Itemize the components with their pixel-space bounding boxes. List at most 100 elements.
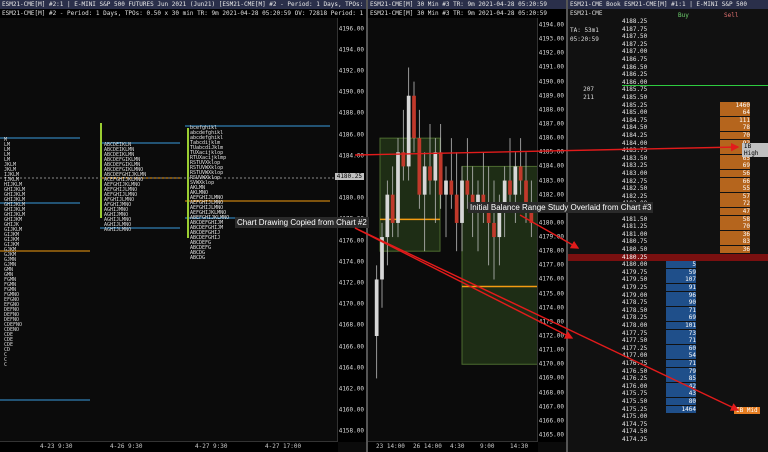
dom-price[interactable]: 4182.25 [622, 193, 666, 200]
dom-bid-size[interactable]: 5 [666, 261, 696, 269]
dom-price[interactable]: 4183.50 [622, 155, 666, 162]
dom-bid-size[interactable]: 59 [666, 268, 696, 276]
dom-row[interactable]: 4174.25 [568, 436, 768, 443]
dom-price[interactable]: 4179.00 [622, 292, 666, 299]
dom-ask-size[interactable]: 55 [720, 185, 750, 193]
dom-price[interactable]: 4183.00 [622, 170, 666, 177]
dom-row[interactable]: 4182.50 55 [568, 185, 768, 193]
dom-row[interactable]: 4183.25 69 [568, 162, 768, 170]
dom-bid-size[interactable]: 91 [666, 284, 696, 291]
dom-price[interactable]: 4177.25 [622, 345, 666, 352]
dom-price[interactable]: 4184.50 [622, 124, 666, 131]
dom-row[interactable]: 4181.00 36 [568, 230, 768, 238]
dom-price[interactable]: 4180.75 [622, 238, 666, 245]
dom-row[interactable]: 4175.00 [568, 413, 768, 420]
dom-price[interactable]: 4180.25 [622, 254, 666, 261]
dom-price[interactable]: 4185.75 [622, 86, 666, 93]
dom-row[interactable]: 4176.00 42 [568, 382, 768, 390]
dom-bid-size[interactable]: 71 [666, 337, 696, 345]
tpo-price-axis[interactable]: 4196.00 4194.00 4192.00 4190.00 4188.00 4186.… [337, 18, 366, 442]
dom-price[interactable]: 4176.25 [622, 375, 666, 382]
dom-bid-size[interactable]: 79 [666, 367, 696, 375]
dom-row[interactable]: 4177.50 71 [568, 337, 768, 345]
dom-rows[interactable]: 4188.25 4187.75 4187.50 4187.25 4187.00 4186.… [568, 18, 768, 452]
dom-title[interactable]: ESM21-CME Book ESM21-CME[M] #1:1 | E-MIN… [568, 0, 768, 9]
dom-price[interactable]: 4176.50 [622, 368, 666, 375]
dom-ask-size[interactable]: 57 [720, 192, 750, 200]
dom-ask-size[interactable]: 64 [720, 109, 750, 117]
dom-price[interactable]: 4175.25 [622, 406, 666, 413]
dom-price[interactable]: 4174.25 [622, 436, 666, 443]
dom-price[interactable]: 4183.75 [622, 147, 666, 154]
dom-row[interactable]: 4177.75 73 [568, 329, 768, 337]
dom-row[interactable]: 4184.75 111 [568, 116, 768, 124]
candle-time-axis[interactable]: 23 14:00 26 14:00 4:30 9:00 14:30 [368, 441, 538, 452]
dom-row[interactable]: 4178.75 90 [568, 299, 768, 307]
candle-chart-pane[interactable]: ESM21-CME[M] 30 Min #3 TR: 9m 2021-04-28… [368, 0, 568, 452]
dom-price[interactable]: 4174.75 [622, 421, 666, 428]
dom-row[interactable]: 4185.00 64 [568, 109, 768, 117]
candle-price-axis[interactable]: 4194.00 4193.00 4192.00 4191.00 4190.00 4189.… [537, 18, 566, 442]
dom-price[interactable]: 4181.25 [622, 223, 666, 230]
dom-price[interactable]: 4182.75 [622, 178, 666, 185]
dom-price[interactable]: 4182.50 [622, 185, 666, 192]
dom-row[interactable]: 4180.25 [568, 253, 768, 261]
dom-bid-size[interactable]: 80 [666, 398, 696, 405]
dom-price[interactable]: 4184.25 [622, 132, 666, 139]
dom-price[interactable]: 4178.25 [622, 314, 666, 321]
dom-row[interactable]: 4177.00 54 [568, 352, 768, 360]
dom-row[interactable]: 4180.50 36 [568, 246, 768, 253]
dom-row[interactable]: 4182.25 57 [568, 192, 768, 200]
dom-ask-size[interactable]: 72 [720, 200, 750, 208]
dom-price[interactable]: 4177.00 [622, 352, 666, 359]
dom-price[interactable]: 4177.50 [622, 337, 666, 344]
dom-price[interactable]: 4185.00 [622, 109, 666, 116]
dom-row[interactable]: 211 4185.50 [568, 94, 768, 101]
dom-price[interactable]: 4179.25 [622, 284, 666, 291]
dom-row[interactable]: 4179.50 107 [568, 276, 768, 284]
dom-ask-size[interactable]: 69 [720, 162, 750, 170]
dom-row[interactable]: 4178.50 71 [568, 306, 768, 314]
dom-row[interactable]: 4179.25 91 [568, 284, 768, 291]
tpo-chart-title[interactable]: ESM21-CME[M] #2:1 | E-MINI S&P 500 FUTUR… [0, 0, 366, 9]
dom-ask-size[interactable]: 83 [720, 238, 750, 246]
dom-row[interactable]: 4186.75 [568, 56, 768, 63]
tpo-time-axis[interactable]: 4-23 9:30 4-26 9:30 4-27 9:30 4-27 17:00 [0, 441, 338, 452]
dom-price[interactable]: 4184.00 [622, 140, 666, 147]
dom-bid-size[interactable]: 73 [666, 329, 696, 337]
dom-price[interactable]: 4175.00 [622, 413, 666, 420]
dom-ladder-pane[interactable]: ESM21-CME Book ESM21-CME[M] #1:1 | E-MIN… [568, 0, 768, 452]
dom-ask-size[interactable]: 47 [720, 208, 750, 215]
dom-row[interactable]: 4187.50 [568, 33, 768, 40]
dom-ask-size[interactable]: 66 [720, 177, 750, 185]
dom-bid-size[interactable]: 71 [666, 306, 696, 314]
dom-price[interactable]: 4188.25 [622, 18, 666, 25]
dom-price[interactable]: 4187.00 [622, 48, 666, 55]
tpo-plot-area[interactable]: M LM LM LM LM JKLM JKLM IJKLM IJKLM HIJK… [0, 18, 338, 442]
dom-row[interactable]: 4184.0092 [568, 139, 768, 147]
dom-bid-size[interactable]: 42 [666, 382, 696, 390]
dom-row[interactable]: 4184.50 78 [568, 124, 768, 132]
dom-price[interactable]: 4175.75 [622, 390, 666, 397]
dom-price[interactable]: 4183.25 [622, 162, 666, 169]
dom-ask-size[interactable]: 78 [720, 124, 750, 132]
dom-row[interactable]: 4179.00 96 [568, 291, 768, 299]
dom-price[interactable]: 4177.75 [622, 330, 666, 337]
dom-row[interactable]: 4188.25 [568, 18, 768, 25]
dom-row[interactable]: 4183.00 56 [568, 170, 768, 177]
dom-bid-size[interactable]: 85 [666, 375, 696, 383]
candle-chart-title[interactable]: ESM21-CME[M] 30 Min #3 TR: 9m 2021-04-28… [368, 0, 566, 9]
dom-bid-size[interactable]: 43 [666, 390, 696, 398]
dom-ask-size[interactable]: 36 [720, 230, 750, 238]
dom-row[interactable]: 4187.75 [568, 26, 768, 33]
dom-price[interactable]: 4180.50 [622, 246, 666, 253]
dom-row[interactable]: 4174.75 [568, 421, 768, 428]
dom-row[interactable]: 4187.25 [568, 41, 768, 48]
dom-row[interactable]: 4184.25 70 [568, 132, 768, 139]
dom-ask-size[interactable]: 36 [720, 246, 750, 253]
dom-row[interactable]: 4180.75 83 [568, 238, 768, 246]
dom-row[interactable]: 4176.75 71 [568, 360, 768, 367]
dom-bid-size[interactable]: 71 [666, 360, 696, 367]
dom-row[interactable]: 4179.75 59 [568, 268, 768, 276]
dom-price[interactable]: 4178.00 [622, 322, 666, 329]
